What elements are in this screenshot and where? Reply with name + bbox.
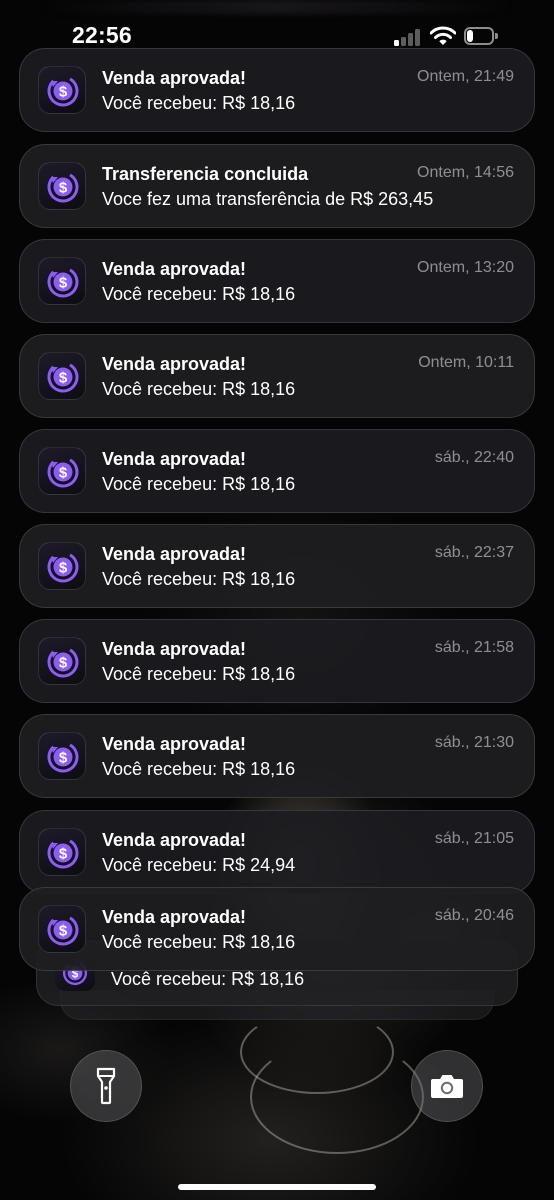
notification-body: Você recebeu: R$ 18,16 [102, 474, 296, 494]
notification-card[interactable]: $ Venda aprovada! Você recebeu: R$ 18,16 On… [19, 239, 535, 323]
notification-body: Você recebeu: R$ 18,16 [102, 759, 296, 779]
notification-title: Venda aprovada! [102, 907, 247, 927]
svg-text:$: $ [59, 846, 68, 863]
notification-card[interactable]: $ Venda aprovada! Você recebeu: R$ 18,16 sá… [19, 887, 535, 971]
svg-text:$: $ [59, 655, 68, 672]
notification-time: Ontem, 10:11 [418, 354, 514, 371]
notification-title: Venda aprovada! [102, 544, 247, 564]
wifi-icon [429, 26, 457, 46]
home-indicator[interactable] [178, 1184, 376, 1190]
notification-body: Você recebeu: R$ 18,16 [102, 379, 296, 399]
notification-time: Ontem, 13:20 [417, 259, 514, 276]
notification-time: sáb., 21:58 [434, 639, 514, 656]
svg-text:$: $ [59, 560, 68, 577]
status-top-strip [40, 0, 514, 14]
svg-text:$: $ [59, 84, 68, 101]
notification-card[interactable]: $ Venda aprovada! Você recebeu: R$ 18,16 sá… [19, 429, 535, 513]
notification-time: sáb., 21:30 [434, 734, 514, 751]
notification-time: sáb., 22:40 [434, 449, 514, 466]
dollar-refresh-icon: $ [38, 732, 86, 780]
dollar-refresh-icon: $ [38, 637, 86, 685]
notification-card[interactable]: $ Venda aprovada! Você recebeu: R$ 18,16 sá… [19, 619, 535, 703]
notification-card[interactable]: $ Venda aprovada! Você recebeu: R$ 18,16 On… [19, 334, 535, 418]
dollar-refresh-icon: $ [38, 162, 86, 210]
notification-title: Venda aprovada! [102, 830, 247, 850]
notification-body: Voce fez uma transferência de R$ 263,45 [102, 189, 434, 209]
battery-icon [464, 27, 499, 45]
svg-text:$: $ [59, 275, 68, 292]
svg-text:$: $ [59, 465, 68, 482]
notification-card[interactable]: $ Transferencia concluida Voce fez uma tra… [19, 144, 535, 228]
status-bar: 22:56 [0, 0, 554, 72]
camera-button[interactable] [411, 1050, 483, 1122]
notification-body: Você recebeu: R$ 18,16 [102, 93, 296, 113]
dollar-refresh-icon: $ [38, 352, 86, 400]
notification-title: Venda aprovada! [102, 639, 247, 659]
dollar-refresh-icon: $ [38, 542, 86, 590]
notification-time: Ontem, 14:56 [417, 164, 514, 181]
status-time: 22:56 [72, 22, 132, 48]
camera-icon [431, 1075, 463, 1098]
dollar-refresh-icon: $ [38, 828, 86, 876]
dollar-refresh-icon: $ [38, 66, 86, 114]
necklace-decoration [250, 1040, 424, 1154]
svg-text:$: $ [59, 750, 68, 767]
notification-body: Você recebeu: R$ 18,16 [102, 932, 296, 952]
notification-time: sáb., 22:37 [434, 544, 514, 561]
dollar-refresh-icon: $ [38, 905, 86, 953]
notification-card[interactable]: $ Venda aprovada! Você recebeu: R$ 18,16 sá… [19, 524, 535, 608]
notification-card[interactable]: $ Venda aprovada! Você recebeu: R$ 24,94 sá… [19, 810, 535, 894]
notification-title: Venda aprovada! [102, 449, 247, 469]
notification-time: sáb., 20:46 [434, 907, 514, 924]
notification-title: Transferencia concluida [102, 164, 309, 184]
signal-icon [394, 28, 422, 46]
notification-body: Você recebeu: R$ 18,16 [102, 569, 296, 589]
svg-text:$: $ [59, 180, 68, 197]
svg-text:$: $ [59, 923, 68, 940]
notification-body: Você recebeu: R$ 24,94 [102, 855, 296, 875]
dollar-refresh-icon: $ [38, 447, 86, 495]
notification-time: sáb., 21:05 [434, 830, 514, 847]
flashlight-button[interactable] [70, 1050, 142, 1122]
notification-title: Venda aprovada! [102, 259, 247, 279]
notification-body: Você recebeu: R$ 18,16 [102, 284, 296, 304]
dollar-refresh-icon: $ [38, 257, 86, 305]
notification-title: Venda aprovada! [102, 354, 247, 374]
notification-card[interactable]: $ Venda aprovada! Você recebeu: R$ 18,16 sá… [19, 714, 535, 798]
notification-title: Venda aprovada! [102, 734, 247, 754]
svg-text:$: $ [59, 370, 68, 387]
notification-body: Você recebeu: R$ 18,16 [102, 664, 296, 684]
notification-body: Você recebeu: R$ 18,16 [111, 969, 305, 989]
flashlight-icon [96, 1067, 116, 1105]
